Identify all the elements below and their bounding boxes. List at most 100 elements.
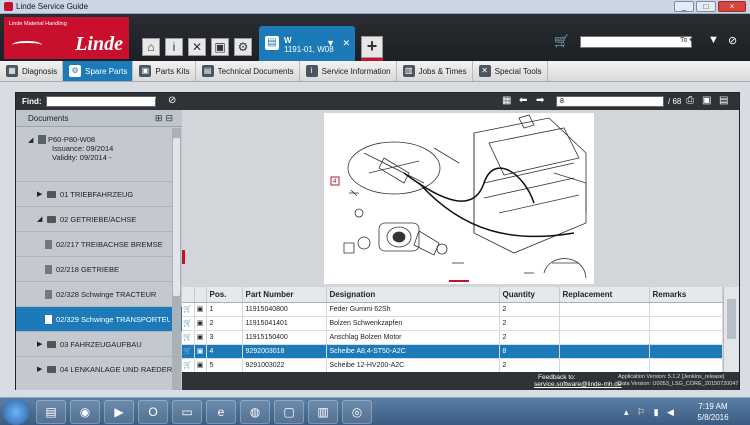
tree-row-selected[interactable]: 02/329 Schwinge TRANSPORTEUR [16,306,182,331]
open-document-tab[interactable]: ▤ W 1191-01, W08 ▼ ✕ [259,26,355,61]
document-node[interactable]: ◢ P60-P80-W08 Issuance: 09/2014 Validity… [16,127,182,181]
feedback-email-link[interactable]: service.software@linde-mh.de [534,381,622,388]
nav-technical-documents[interactable]: ▤ Technical Documents [196,61,300,81]
rar-icon[interactable]: ▥ [308,400,338,424]
table-row[interactable]: 🛒 ▣ 1 11915040800 Feder Gummi 62Sh 2 [182,302,723,317]
nav-spare-parts-label: Spare Parts [85,66,128,76]
column-remarks[interactable]: Remarks [649,287,723,303]
tree-row[interactable]: ▶ 03 FAHRZEUGAUFBAU [16,331,182,356]
info-bag-icon[interactable]: ▣ [194,358,207,373]
layout-icon[interactable]: ▣ [702,95,711,106]
tree-row[interactable]: 02/217 TREIBACHSE BREMSE [16,231,182,256]
window-icon[interactable]: ▢ [274,400,304,424]
tree-row[interactable]: ▶ 01 TRIEBFAHRZEUG [16,181,182,206]
clear-filter-icon[interactable]: ⊘ [728,34,737,47]
folder-icon[interactable]: ▭ [172,400,202,424]
find-label: Find: [22,97,42,106]
document-icon [38,135,46,144]
nav-service-information[interactable]: i Service Information [300,61,397,81]
tree-row[interactable]: 02/218 GETRIEBE [16,256,182,281]
nav-diagnosis[interactable]: ▦ Diagnosis [0,61,64,81]
info-bag-icon[interactable]: ▣ [194,316,207,331]
ie-icon[interactable]: e [206,400,236,424]
expand-down-icon[interactable]: ◢ [37,215,42,223]
lifebuoy-icon[interactable]: ◎ [342,400,372,424]
tree-view-icons[interactable]: ⊞⊟ [155,113,176,124]
arrow-right-icon[interactable]: ➡ [536,95,544,106]
opera-icon[interactable]: O [138,400,168,424]
tools-icon[interactable]: ✕ [188,38,206,56]
column-quantity[interactable]: Quantity [499,287,560,303]
chevron-down-icon[interactable]: ▼ [326,38,335,48]
nav-spare-parts[interactable]: ⚙ Spare Parts [63,61,134,81]
add-to-cart-icon[interactable]: 🛒 [182,316,195,331]
expand-right-icon[interactable]: ▶ [37,340,42,348]
tree-row[interactable]: ▶ 04 LENKANLAGE UND RAEDER [16,356,182,381]
add-to-cart-icon[interactable]: 🛒 [182,344,195,359]
expand-right-icon[interactable]: ▶ [37,190,42,198]
maximize-button[interactable]: □ [696,1,716,12]
tree-row[interactable]: ◢ 02 GETRIEBE/ACHSE [16,206,182,231]
gear-icon[interactable]: ⚙ [234,38,252,56]
filter-icon[interactable]: ▼ [148,95,158,106]
cart-icon[interactable]: 🛒 [554,34,569,48]
info-icon[interactable]: i [165,38,183,56]
close-button[interactable]: × [718,1,746,12]
clock[interactable]: 7:19 AM 5/8/2016 [690,401,736,423]
column-designation[interactable]: Designation [326,287,500,303]
home-icon[interactable]: ⌂ [142,38,160,56]
info-bag-icon[interactable]: ▣ [194,344,207,359]
column-pos[interactable]: Pos. [206,287,243,303]
list-view-icon[interactable]: ▤ [719,95,728,106]
minimize-button[interactable]: _ [674,1,694,12]
clear-filter-icon[interactable]: ⊘ [168,95,176,106]
info-bag-icon[interactable]: ▣ [194,302,207,317]
table-row[interactable]: 🛒 ▣ 3 11915150400 Anschlag Bolzen Motor … [182,330,723,345]
nav-special-tools[interactable]: ✕ Special Tools [473,61,548,81]
info-bag-icon[interactable]: ▣ [194,330,207,345]
firefox-icon[interactable]: ◍ [240,400,270,424]
arrow-left-icon[interactable]: ⬅ [519,95,527,106]
expand-down-icon[interactable]: ◢ [28,136,33,144]
nav-parts-kits[interactable]: ▣ Parts Kits [133,61,196,81]
search-input[interactable] [580,36,692,48]
expand-right-icon[interactable]: ▶ [37,365,42,373]
truck-icon[interactable]: ▣ [211,38,229,56]
windows-explorer-icon[interactable]: ▤ [36,400,66,424]
page-number-input[interactable]: 8 [556,96,664,107]
chrome-icon[interactable]: ◉ [70,400,100,424]
tree-row[interactable]: 02/328 Schwinge TRACTEUR [16,281,182,306]
add-to-cart-icon[interactable]: 🛒 [182,358,195,373]
calendar-icon[interactable]: ▦ [502,95,511,106]
cell-quantity: 2 [499,302,560,317]
media-player-icon[interactable]: ▶ [104,400,134,424]
window-title-bar: Linde Service Guide _ □ × [0,0,750,14]
cell-designation: Scheibe 12-HV200-A2C [326,358,500,373]
system-tray-icons[interactable]: ▴ ⚐ ▮ ◀ [624,407,677,418]
find-input[interactable] [46,96,156,107]
print-icon[interactable]: ⎙ [686,95,694,106]
parts-scrollbar[interactable] [723,287,739,372]
folder-icon [47,365,56,373]
sidebar-scrollbar[interactable] [172,128,181,390]
column-replacement[interactable]: Replacement [559,287,650,303]
filter-icon[interactable]: ▼ [708,34,719,46]
scrollbar-thumb[interactable] [173,138,180,296]
add-tab-button[interactable]: + [361,36,383,58]
table-row[interactable]: 🛒 ▣ 2 11915041401 Bolzen Schwenkzapfen 2 [182,316,723,331]
nav-jobs-times[interactable]: ▥ Jobs & Times [397,61,473,81]
table-row[interactable]: 🛒 ▣ 5 9291003022 Scheibe 12-HV200-A2C 2 [182,358,723,373]
close-icon[interactable]: ✕ [342,38,350,49]
add-to-cart-icon[interactable]: 🛒 [182,302,195,317]
doc-tab-title: W [284,36,292,45]
scrollbar-thumb[interactable] [727,299,736,339]
table-row-selected[interactable]: 🛒 ▣ 4 9292003018 Scheibe A8,4-ST50-A2C 8 [182,344,723,359]
search-scope-dropdown[interactable]: To ▾ [680,36,693,44]
exploded-parts-drawing[interactable]: 4 [324,113,594,284]
drawing-viewer: 4 [182,110,739,287]
start-button[interactable] [3,399,29,425]
column-part-number[interactable]: Part Number [242,287,327,303]
add-to-cart-icon[interactable]: 🛒 [182,330,195,345]
nav-technical-documents-label: Technical Documents [217,66,294,76]
linde-brand-logo: Linde Material Handling Linde [4,17,129,59]
